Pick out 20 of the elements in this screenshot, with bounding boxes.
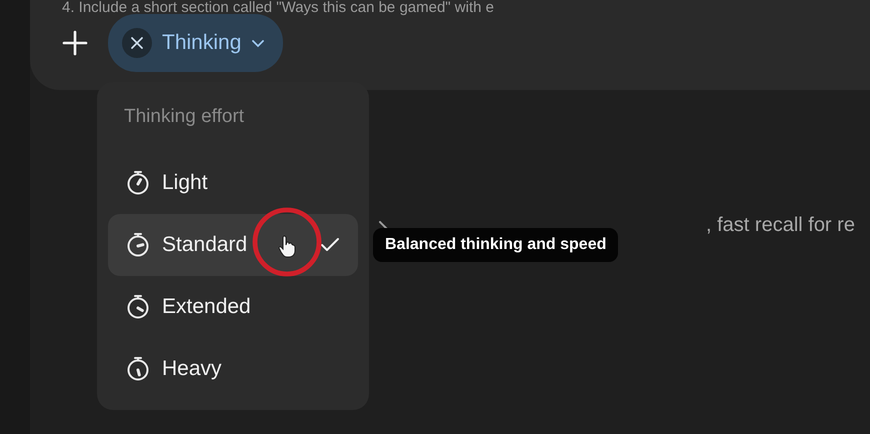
- tooltip: Balanced thinking and speed: [373, 228, 618, 262]
- stopwatch-icon: [126, 294, 150, 320]
- background-text: , fast recall for re: [706, 214, 855, 237]
- hand-cursor-icon: [278, 234, 296, 258]
- menu-item[interactable]: Extended: [108, 276, 358, 338]
- stopwatch-icon: [126, 170, 150, 196]
- check-icon: [320, 237, 340, 253]
- chevron-down-icon: [251, 38, 266, 48]
- menu-title: Thinking effort: [123, 106, 246, 129]
- stopwatch-icon: [126, 232, 150, 258]
- menu-item[interactable]: Heavy: [108, 338, 358, 400]
- thinking-chip[interactable]: Thinking: [108, 14, 284, 72]
- menu-item[interactable]: Light: [108, 152, 358, 214]
- menu-item[interactable]: Standard: [108, 214, 358, 276]
- stopwatch-icon: [126, 356, 150, 382]
- close-icon[interactable]: [122, 28, 152, 58]
- chevron-right-icon: [378, 220, 390, 230]
- prompt-text: 4. Include a short section called "Ways this can be gamed" with e: [62, 0, 495, 16]
- highlight-circle: [251, 206, 323, 278]
- add-icon[interactable]: [62, 30, 88, 56]
